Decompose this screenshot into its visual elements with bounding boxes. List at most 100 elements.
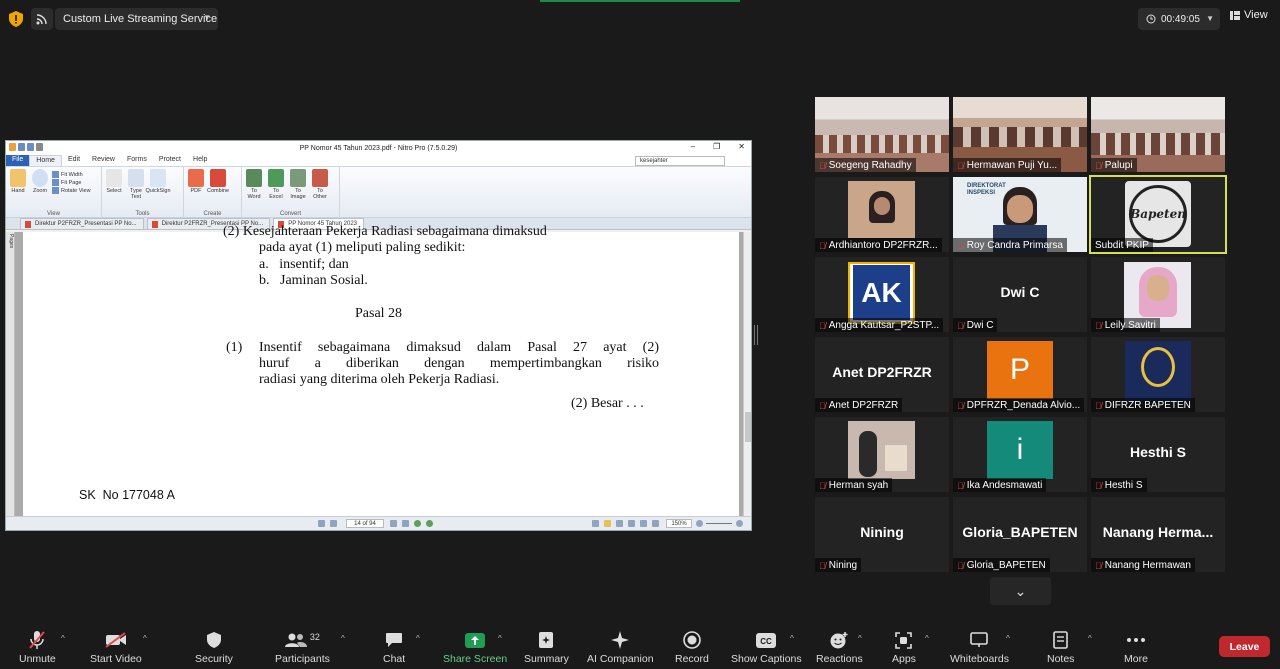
- full-screen-icon[interactable]: [640, 520, 647, 527]
- participant-tile[interactable]: Nanang Herma... 🎙̸ Nanang Hermawan: [1091, 497, 1225, 572]
- single-page-icon[interactable]: [592, 520, 599, 527]
- meeting-timer[interactable]: 00:49:05 ▼: [1138, 8, 1220, 30]
- participant-display-name: Gloria_BAPETEN: [962, 524, 1078, 540]
- ribbon-group-label: Create: [203, 211, 222, 217]
- continuous-icon[interactable]: [604, 520, 611, 527]
- leave-button[interactable]: Leave: [1219, 636, 1270, 657]
- scrollbar-thumb[interactable]: [745, 412, 751, 442]
- participant-tile[interactable]: Gloria_BAPETEN 🎙̸ Gloria_BAPETEN: [953, 497, 1087, 572]
- muted-mic-icon: 🎙̸: [1095, 480, 1102, 491]
- participant-tile[interactable]: i 🎙̸ Ika Andesmawati: [953, 417, 1087, 492]
- summary-button[interactable]: Summary: [524, 630, 569, 665]
- back-icon[interactable]: [414, 520, 421, 527]
- forward-icon[interactable]: [426, 520, 433, 527]
- ribbon-group-view: Hand Zoom Fit Width Fit Page Rotate View…: [6, 167, 102, 218]
- live-streaming-button[interactable]: Custom Live Streaming Service ▼: [55, 8, 218, 30]
- unmute-button[interactable]: Unmute: [19, 630, 56, 665]
- zoom-in-icon[interactable]: [736, 520, 743, 527]
- zoom-level[interactable]: 150%: [666, 519, 692, 528]
- fit-page-button[interactable]: Fit Page: [52, 179, 91, 186]
- participant-display-name: Nining: [860, 524, 904, 540]
- participant-tile[interactable]: 🎙̸ Soegeng Rahadhy: [815, 97, 949, 172]
- ai-companion-button[interactable]: AI Companion: [587, 630, 654, 665]
- doc-tab[interactable]: Direktur P2FRZR_Presentasi PP No...: [20, 218, 144, 229]
- page-number-input[interactable]: 14 of 94: [346, 519, 384, 528]
- facing-icon[interactable]: [616, 520, 623, 527]
- rotate-view-button[interactable]: Rotate View: [52, 187, 91, 194]
- chevron-up-icon[interactable]: ^: [925, 634, 929, 643]
- whiteboards-button[interactable]: Whiteboards: [950, 630, 1009, 665]
- menu-protect[interactable]: Protect: [153, 155, 187, 166]
- gallery-next-page-button[interactable]: ⌄: [990, 577, 1051, 605]
- participant-tile-active-speaker[interactable]: Bapeten Subdit PKIP: [1089, 175, 1227, 254]
- menu-forms[interactable]: Forms: [121, 155, 153, 166]
- participant-name: 🎙̸ Anet DP2FRZR: [815, 398, 903, 412]
- background-text: DIREKTORAT INSPEKSI: [967, 183, 1006, 196]
- clock-icon: [1146, 14, 1156, 24]
- participant-tile[interactable]: 🎙̸ Hermawan Puji Yu...: [953, 97, 1087, 172]
- window-controls[interactable]: – ❐ ✕: [691, 142, 745, 151]
- vertical-scrollbar[interactable]: [743, 232, 751, 518]
- doc-heading: Pasal 28: [355, 306, 403, 321]
- start-video-button[interactable]: Start Video: [90, 630, 142, 665]
- maximize-icon: ❐: [713, 142, 721, 151]
- chevron-up-icon[interactable]: ^: [858, 634, 862, 643]
- participant-name: 🎙̸ Roy Candra Primarsa: [953, 238, 1067, 252]
- participant-tile[interactable]: 🎙̸ Herman syah: [815, 417, 949, 492]
- participant-tile[interactable]: AK 🎙̸ Angga Kautsar_P2STP...: [815, 257, 949, 332]
- participant-tile[interactable]: Dwi C 🎙̸ Dwi C: [953, 257, 1087, 332]
- live-stream-icon[interactable]: [31, 8, 53, 30]
- participants-button[interactable]: 32 Participants: [275, 630, 330, 665]
- more-button[interactable]: More: [1124, 630, 1148, 665]
- participant-tile[interactable]: Anet DP2FRZR 🎙̸ Anet DP2FRZR: [815, 337, 949, 412]
- chevron-up-icon[interactable]: ^: [61, 634, 65, 643]
- menu-review[interactable]: Review: [86, 155, 121, 166]
- apps-button[interactable]: Apps: [892, 630, 916, 665]
- doc-footer: SK No 177048 A: [79, 488, 175, 502]
- reactions-button[interactable]: Reactions: [816, 630, 863, 665]
- participant-tile[interactable]: 🎙̸ Ardhiantoro DP2FRZR...: [815, 177, 949, 252]
- record-button[interactable]: Record: [675, 630, 709, 665]
- zoom-out-icon[interactable]: [696, 520, 703, 527]
- zoom-slider[interactable]: [706, 523, 732, 524]
- find-input[interactable]: kesejahter: [635, 156, 725, 166]
- participant-tile[interactable]: Hesthi S 🎙̸ Hesthi S: [1091, 417, 1225, 492]
- notes-button[interactable]: Notes: [1047, 630, 1074, 665]
- facing-continuous-icon[interactable]: [628, 520, 635, 527]
- view-label: View: [1244, 9, 1268, 21]
- chevron-up-icon[interactable]: ^: [498, 634, 502, 643]
- participant-tile[interactable]: P 🎙̸ DPFRZR_Denada Alvio...: [953, 337, 1087, 412]
- next-page-icon[interactable]: [390, 520, 397, 527]
- pages-pane-tab[interactable]: Pages: [6, 232, 15, 518]
- chevron-up-icon[interactable]: ^: [790, 634, 794, 643]
- view-button[interactable]: View: [1230, 9, 1268, 21]
- menu-home[interactable]: Home: [29, 155, 62, 166]
- previous-page-icon[interactable]: [330, 520, 337, 527]
- chevron-up-icon[interactable]: ^: [416, 634, 420, 643]
- security-button[interactable]: Security: [195, 630, 233, 665]
- participant-tile[interactable]: 🎙̸ Leily Savitri: [1091, 257, 1225, 332]
- participant-tile[interactable]: 🎙̸ Palupi: [1091, 97, 1225, 172]
- participant-tile[interactable]: Nining 🎙̸ Nining: [815, 497, 949, 572]
- chat-button[interactable]: Chat: [383, 630, 405, 665]
- participant-tile[interactable]: 🎙̸ DIFRZR BAPETEN: [1091, 337, 1225, 412]
- participant-name: Subdit PKIP: [1091, 238, 1153, 252]
- document-area: Pages (2) Kesejahteraan Pekerja Radiasi …: [6, 224, 751, 518]
- menu-edit[interactable]: Edit: [62, 155, 86, 166]
- last-page-icon[interactable]: [402, 520, 409, 527]
- chevron-up-icon[interactable]: ^: [341, 634, 345, 643]
- shield-warning-icon[interactable]: [9, 11, 23, 27]
- chevron-up-icon[interactable]: ^: [1088, 634, 1092, 643]
- chevron-up-icon[interactable]: ^: [1006, 634, 1010, 643]
- first-page-icon[interactable]: [318, 520, 325, 527]
- timer-value: 00:49:05: [1161, 13, 1200, 25]
- fit-icon[interactable]: [652, 520, 659, 527]
- chevron-down-icon: ⌄: [1014, 582, 1027, 599]
- quick-access-toolbar[interactable]: [9, 143, 43, 151]
- resize-handle[interactable]: [754, 325, 758, 345]
- chevron-up-icon[interactable]: ^: [143, 634, 147, 643]
- fit-width-button[interactable]: Fit Width: [52, 171, 91, 178]
- menu-file[interactable]: File: [6, 155, 30, 166]
- participant-tile[interactable]: DIREKTORAT INSPEKSI 🎙̸ Roy Candra Primarsa: [953, 177, 1087, 252]
- menu-help[interactable]: Help: [187, 155, 213, 166]
